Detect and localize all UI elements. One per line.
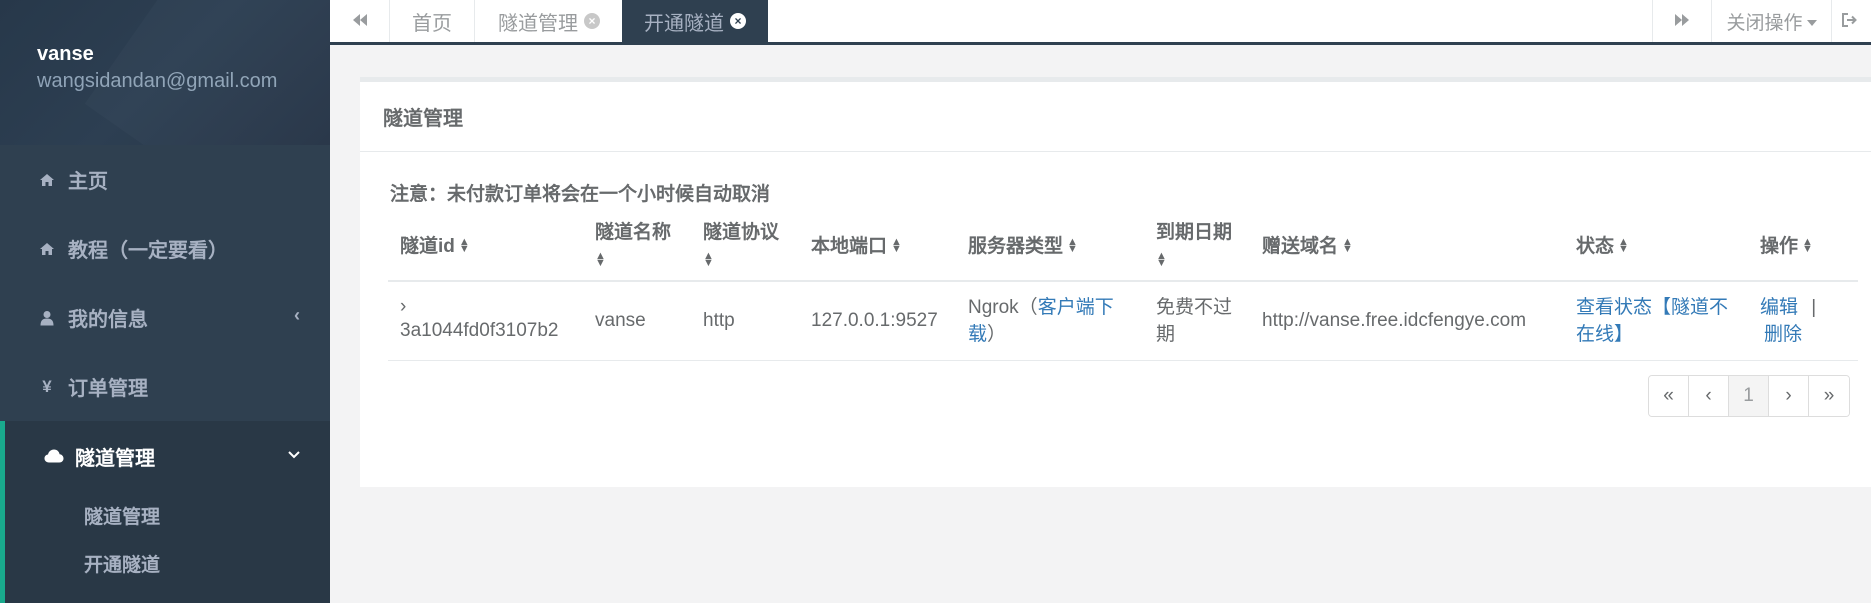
col-header-expire-date[interactable]: 到期日期 ▲ ▼ [1144, 209, 1250, 282]
tunnel-panel: 隧道管理 注意：未付款订单将会在一个小时候自动取消 隧道id ▲ ▼ 隧道名称 ▲ ▼ … [360, 77, 1871, 487]
col-header-tunnel-name[interactable]: 隧道名称 ▲ ▼ [583, 209, 691, 282]
yen-icon: ¥ [42, 376, 52, 396]
action-separator: | [1811, 296, 1817, 318]
sidebar-item-tunnels[interactable]: 隧道管理 [0, 421, 330, 491]
sidebar-item-label: 我的信息 [68, 309, 148, 331]
cell-local-port: 127.0.0.1:9527 [799, 281, 956, 361]
page-first-button[interactable]: « [1649, 376, 1689, 416]
col-header-tunnel-id[interactable]: 隧道id ▲ ▼ [388, 209, 583, 282]
cell-tunnel-id: › 3a1044fd0f3107b2 [388, 281, 583, 361]
sidebar-item-label: 主页 [68, 171, 108, 193]
cell-server-type: Ngrok（客户端下载） [956, 281, 1144, 361]
edit-link[interactable]: 编辑 [1760, 297, 1798, 318]
page-current[interactable]: 1 [1729, 376, 1769, 416]
sidebar-item-my-info[interactable]: 我的信息 ‹ [0, 283, 330, 352]
subnav-item-open-tunnel[interactable]: 开通隧道 [5, 539, 330, 587]
table-header-row: 隧道id ▲ ▼ 隧道名称 ▲ ▼ 隧道协议 ▲ ▼ 本地端口 ▲ ▼ 服务器类型 ▲ ▼ 到期日期… [388, 209, 1858, 282]
tab-home[interactable]: 首页 [390, 0, 475, 42]
sort-icon: ▲ ▼ [1618, 236, 1629, 256]
sidebar-item-label: 教程（一定要看） [68, 240, 228, 262]
chevron-down-icon [288, 443, 300, 464]
sort-icon: ▲ ▼ [891, 236, 902, 256]
view-status-link[interactable]: 查看状态【隧道不在线】 [1576, 297, 1728, 345]
sort-icon: ▲ ▼ [1156, 250, 1167, 270]
col-header-server-type[interactable]: 服务器类型 ▲ ▼ [956, 209, 1144, 282]
sort-icon: ▲ ▼ [703, 250, 714, 270]
sidebar-item-label: 订单管理 [68, 378, 148, 400]
logout-button[interactable] [1832, 0, 1871, 42]
tunnel-table: 隧道id ▲ ▼ 隧道名称 ▲ ▼ 隧道协议 ▲ ▼ 本地端口 ▲ ▼ 服务器类型 ▲ ▼ 到期日期… [388, 209, 1858, 361]
delete-link[interactable]: 删除 [1764, 321, 1802, 348]
col-header-tunnel-protocol[interactable]: 隧道协议 ▲ ▼ [691, 209, 799, 282]
tab-bar: 首页 隧道管理 × 开通隧道 × 关闭操作 [330, 0, 1871, 45]
panel-title: 隧道管理 [360, 82, 1871, 152]
backward-icon [351, 11, 369, 32]
sidebar-item-home[interactable]: 主页 [0, 145, 330, 214]
table-row: › 3a1044fd0f3107b2 vanse http 127.0.0.1:… [388, 281, 1858, 361]
sign-out-icon [1842, 11, 1858, 32]
sort-icon: ▲ ▼ [1342, 236, 1353, 256]
cloud-icon [43, 449, 65, 463]
forward-icon [1673, 11, 1691, 32]
profile-email: wangsidandan@gmail.com [37, 70, 278, 92]
sidebar-nav: 主页 教程（一定要看） 我的信息 ‹ ¥ 订单管理 隧道管理 [0, 145, 330, 491]
cell-gift-domain: http://vanse.free.idcfengye.com [1250, 281, 1564, 361]
close-tab-icon[interactable]: × [584, 13, 600, 29]
caret-down-icon [1806, 10, 1817, 32]
home-icon [36, 242, 58, 256]
notice-text: 注意：未付款订单将会在一个小时候自动取消 [390, 184, 771, 205]
cell-protocol: http [691, 281, 799, 361]
subnav-item-tunnel-management[interactable]: 隧道管理 [5, 491, 330, 539]
chevron-left-icon: ‹ [294, 305, 300, 325]
sort-icon: ▲ ▼ [1067, 236, 1078, 256]
tab-open-tunnel[interactable]: 开通隧道 × [622, 0, 768, 42]
page-prev-button[interactable]: ‹ [1689, 376, 1729, 416]
cell-expire-date: 免费不过期 [1144, 281, 1250, 361]
expand-row-icon[interactable]: › [400, 297, 575, 317]
scroll-tabs-left-button[interactable] [330, 0, 390, 42]
cell-status: 查看状态【隧道不在线】 [1564, 281, 1748, 361]
user-icon [36, 310, 58, 326]
page-next-button[interactable]: › [1769, 376, 1809, 416]
page-last-button[interactable]: » [1809, 376, 1849, 416]
scroll-tabs-right-button[interactable] [1652, 0, 1712, 42]
sort-icon: ▲ ▼ [595, 250, 606, 270]
col-header-local-port[interactable]: 本地端口 ▲ ▼ [799, 209, 956, 282]
close-operations-label: 关闭操作 [1726, 12, 1803, 34]
tab-label: 开通隧道 [644, 12, 724, 35]
sidebar-subnav: 隧道管理 开通隧道 [0, 491, 330, 603]
cell-tunnel-name: vanse [583, 281, 691, 361]
sidebar-item-label: 隧道管理 [75, 447, 155, 470]
profile-username[interactable]: vanse [37, 42, 330, 66]
tab-tunnel-management[interactable]: 隧道管理 × [476, 0, 623, 42]
profile-header: vanse wangsidandan@gmail.com [0, 0, 330, 145]
close-operations-dropdown[interactable]: 关闭操作 [1712, 0, 1832, 42]
sort-icon: ▲ ▼ [1802, 236, 1813, 256]
close-tab-icon[interactable]: × [730, 13, 746, 29]
tab-label: 首页 [412, 12, 452, 35]
col-header-actions[interactable]: 操作 ▲ ▼ [1748, 209, 1858, 282]
pagination: « ‹ 1 › » [1648, 375, 1850, 417]
col-header-status[interactable]: 状态 ▲ ▼ [1564, 209, 1748, 282]
col-header-gift-domain[interactable]: 赠送域名 ▲ ▼ [1250, 209, 1564, 282]
sort-icon: ▲ ▼ [458, 236, 470, 256]
sidebar-item-orders[interactable]: ¥ 订单管理 [0, 352, 330, 421]
home-icon [36, 173, 58, 187]
tab-label: 隧道管理 [498, 12, 578, 35]
sidebar-item-tutorial[interactable]: 教程（一定要看） [0, 214, 330, 283]
sidebar: vanse wangsidandan@gmail.com 主页 教程（一定要看）… [0, 0, 330, 603]
cell-actions: 编辑 | 删除 [1748, 281, 1858, 361]
